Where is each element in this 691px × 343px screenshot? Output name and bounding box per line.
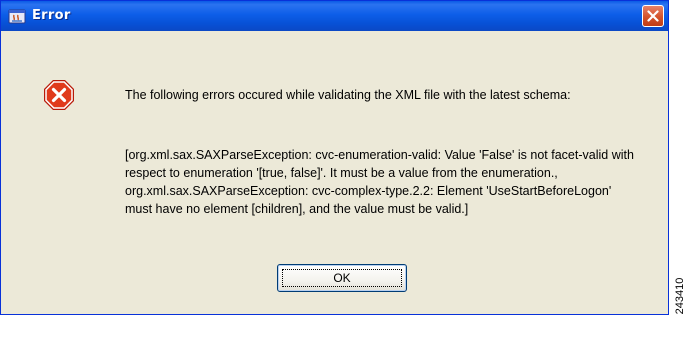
error-details: [org.xml.sax.SAXParseException: cvc-enum… (125, 148, 634, 216)
ok-button[interactable]: OK (277, 264, 407, 292)
java-app-icon (8, 7, 26, 24)
title-bar[interactable]: Error (1, 1, 668, 31)
figure-id: 243410 (671, 260, 689, 340)
close-button[interactable] (642, 5, 664, 27)
figure-id-label: 243410 (674, 277, 686, 315)
error-stop-icon (43, 79, 75, 111)
error-dialog: Error The following errors occured while… (0, 0, 669, 315)
window-title: Error (32, 8, 71, 23)
ok-button-label: OK (333, 271, 351, 285)
error-message: The following errors occured while valid… (125, 88, 571, 102)
close-x-icon (647, 10, 659, 22)
